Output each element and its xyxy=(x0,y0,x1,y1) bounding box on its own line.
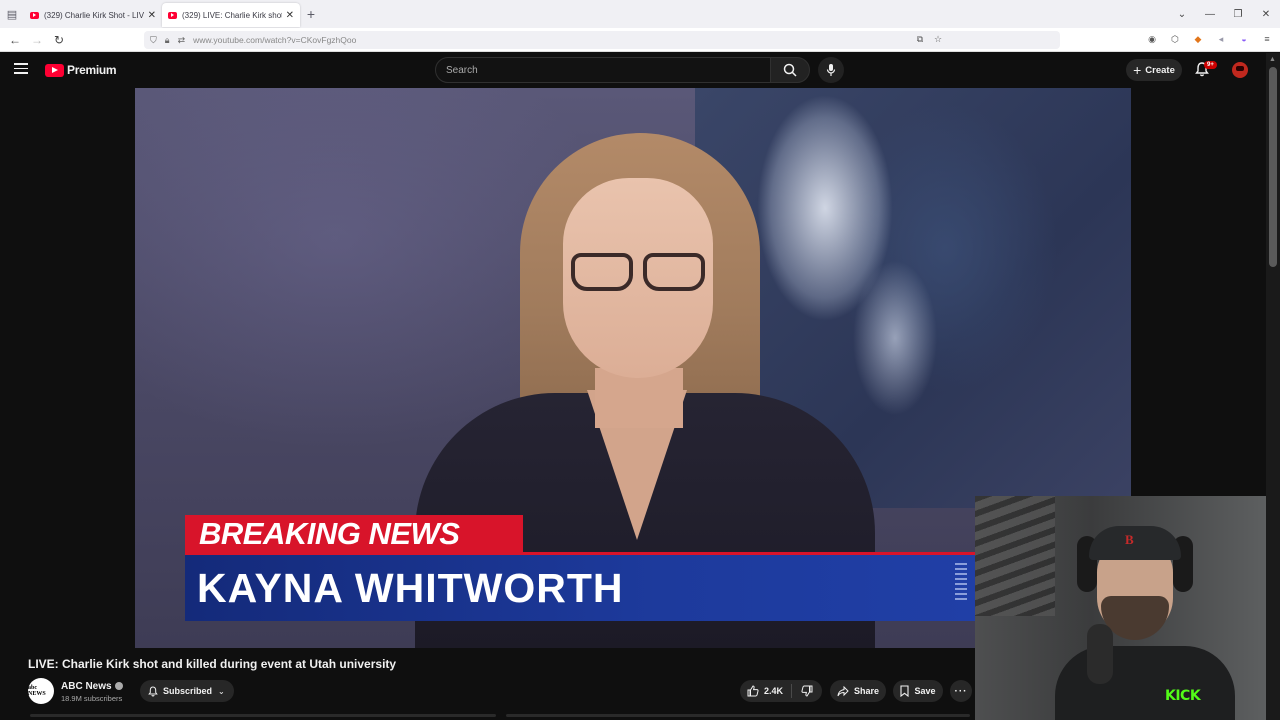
like-count: 2.4K xyxy=(764,686,784,696)
create-label: Create xyxy=(1145,64,1175,76)
extensions-icon[interactable]: ⬡ xyxy=(1168,32,1182,46)
nameplate-stripes xyxy=(955,563,967,603)
search-placeholder: Search xyxy=(446,64,478,76)
youtube-header: Premium Search + Create 9+ xyxy=(0,53,1266,87)
search-input[interactable]: Search xyxy=(435,57,771,83)
account-icon[interactable]: ◉ xyxy=(1145,32,1159,46)
back-icon[interactable]: ← xyxy=(4,33,26,47)
restore-icon[interactable]: ❐ xyxy=(1224,9,1252,20)
metamask-icon[interactable]: ◆ xyxy=(1191,32,1205,46)
streamer-microphone xyxy=(1087,624,1113,684)
save-button[interactable]: Save xyxy=(893,680,943,702)
browser-tab-1[interactable]: (329) Charlie Kirk Shot - LIVE Br ✕ xyxy=(24,3,162,27)
thumbs-down-icon xyxy=(801,685,813,697)
thumbs-up-icon xyxy=(747,685,759,697)
more-actions-button[interactable]: ··· xyxy=(950,680,972,702)
bookmark-icon xyxy=(900,685,910,697)
below-video-divider xyxy=(30,714,970,718)
youtube-play-icon xyxy=(45,63,64,77)
browser-tab-bar: ▤ (329) Charlie Kirk Shot - LIVE Br ✕ (3… xyxy=(0,0,1280,28)
subscribed-button[interactable]: Subscribed ⌄ xyxy=(140,680,234,702)
chevron-down-icon[interactable]: ⌄ xyxy=(1168,9,1196,20)
search-icon xyxy=(783,63,797,77)
streamer-cap xyxy=(1089,526,1181,560)
reload-icon[interactable]: ↻ xyxy=(48,33,70,47)
plus-icon: + xyxy=(1133,62,1142,78)
browser-tab-2[interactable]: (329) LIVE: Charlie Kirk shot and ✕ xyxy=(162,3,300,27)
shield-icon[interactable]: ⛉ xyxy=(150,35,157,46)
close-tab-icon[interactable]: ✕ xyxy=(148,10,156,21)
tab-title: (329) Charlie Kirk Shot - LIVE Br xyxy=(44,10,144,20)
breaking-news-banner: BREAKING NEWS xyxy=(185,515,523,553)
bell-icon xyxy=(148,685,158,696)
like-button[interactable]: 2.4K xyxy=(740,684,792,698)
tab-list-icon[interactable]: ▤ xyxy=(0,0,24,28)
search-button[interactable] xyxy=(770,57,810,83)
anchor-nameplate: KAYNA WHITWORTH xyxy=(185,555,975,621)
anchor-glasses xyxy=(565,253,711,293)
scroll-up-icon[interactable]: ▲ xyxy=(1269,56,1276,63)
share-button[interactable]: Share xyxy=(830,680,886,702)
voice-search-button[interactable] xyxy=(818,57,844,83)
webcam-staircase xyxy=(975,496,1055,616)
share-label: Share xyxy=(853,686,879,696)
minimize-icon[interactable]: — xyxy=(1196,9,1224,20)
youtube-favicon-icon xyxy=(30,11,39,19)
new-tab-icon[interactable]: + xyxy=(300,6,322,22)
lock-icon[interactable]: 🔒︎ xyxy=(165,35,170,46)
scrollbar-thumb[interactable] xyxy=(1269,67,1277,267)
share-arrow-icon xyxy=(837,685,849,696)
youtube-favicon-icon xyxy=(168,11,177,19)
subscribed-label: Subscribed xyxy=(163,686,213,696)
video-title: LIVE: Charlie Kirk shot and killed durin… xyxy=(28,657,397,671)
verified-check-icon xyxy=(114,682,123,691)
channel-name[interactable]: ABC News xyxy=(61,681,123,692)
notification-badge: 9+ xyxy=(1204,61,1217,69)
bookmark-star-icon[interactable]: ☆ xyxy=(931,32,945,46)
logo-text: Premium xyxy=(67,63,117,77)
webcam-overlay: KICK xyxy=(975,496,1266,720)
close-tab-icon[interactable]: ✕ xyxy=(286,10,294,21)
tab-title: (329) LIVE: Charlie Kirk shot and xyxy=(182,10,282,20)
chevron-down-icon: ⌄ xyxy=(218,686,225,696)
browser-nav-bar: ← → ↻ ⛉ 🔒︎ ⇄ www.youtube.com/watch?v=CKo… xyxy=(0,28,1280,52)
close-window-icon[interactable]: ✕ xyxy=(1252,9,1280,20)
user-avatar[interactable] xyxy=(1232,62,1248,78)
page-scrollbar[interactable]: ▲ xyxy=(1266,53,1280,720)
channel-avatar-text: abc NEWS xyxy=(28,685,46,697)
streamer-body xyxy=(1055,646,1235,720)
dislike-button[interactable] xyxy=(792,685,822,697)
url-text[interactable]: www.youtube.com/watch?v=CKovFgzhQoo xyxy=(193,35,356,45)
microphone-icon xyxy=(826,64,836,76)
create-button[interactable]: + Create xyxy=(1126,59,1182,81)
translate-icon[interactable]: ⧉ xyxy=(913,32,927,46)
audio-icon[interactable]: ◂ xyxy=(1214,32,1228,46)
subscriber-count: 18.9M subscribers xyxy=(61,694,123,703)
extension-icon[interactable]: ◒ xyxy=(1237,32,1251,46)
like-dislike-group: 2.4K xyxy=(740,680,822,702)
more-horizontal-icon: ··· xyxy=(954,685,968,697)
hamburger-menu-icon[interactable] xyxy=(14,63,28,75)
window-controls: ⌄ — ❐ ✕ xyxy=(1168,0,1280,28)
forward-icon[interactable]: → xyxy=(26,33,48,47)
kick-logo-text: KICK xyxy=(1165,688,1201,704)
extension-toolbar: ⧉ ☆ ◉ ⬡ ◆ ◂ ◒ ≡ xyxy=(917,32,1274,46)
save-label: Save xyxy=(914,686,936,696)
youtube-logo[interactable]: Premium xyxy=(45,63,117,77)
menu-icon[interactable]: ≡ xyxy=(1260,32,1274,46)
channel-avatar[interactable]: abc NEWS xyxy=(28,678,54,704)
permissions-icon[interactable]: ⇄ xyxy=(178,35,186,46)
